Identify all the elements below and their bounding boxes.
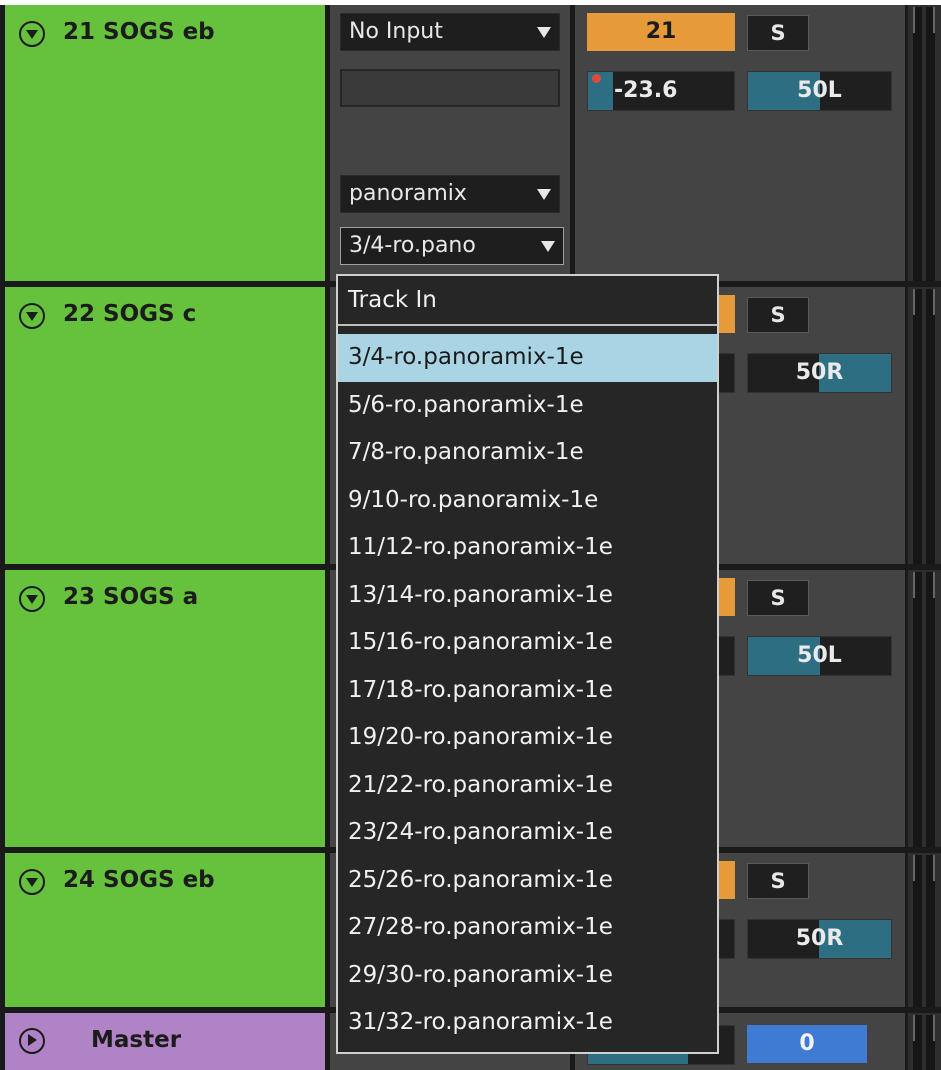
track-title-bar[interactable]: 22 SOGS c: [5, 287, 325, 564]
output-channel-chooser[interactable]: 3/4-ro.pano: [340, 227, 564, 265]
volume-value: -23.6: [614, 78, 678, 103]
menu-separator: [338, 326, 717, 334]
meter-peak-marks: [913, 289, 935, 315]
solo-button[interactable]: S: [747, 15, 809, 51]
meter-peak-marks: [913, 7, 935, 33]
pan-control[interactable]: 50L: [747, 636, 892, 676]
menu-item[interactable]: 17/18-ro.panoramix-1e: [338, 667, 717, 715]
pan-control[interactable]: 50R: [747, 353, 892, 393]
menu-item[interactable]: 7/8-ro.panoramix-1e: [338, 429, 717, 477]
menu-item[interactable]: 19/20-ro.panoramix-1e: [338, 714, 717, 762]
meter-right-channel: [926, 7, 935, 281]
pan-value: 50R: [795, 926, 844, 951]
solo-button[interactable]: S: [747, 580, 809, 616]
menu-item[interactable]: 13/14-ro.panoramix-1e: [338, 572, 717, 620]
track-name: 24 SOGS eb: [63, 867, 215, 893]
chevron-right-circle-icon[interactable]: [19, 1028, 45, 1054]
level-meter: [908, 287, 941, 564]
track-name: 21 SOGS eb: [63, 19, 215, 45]
track-title-bar[interactable]: 21 SOGS eb: [5, 5, 325, 281]
level-meter: [908, 1013, 941, 1070]
clip-indicator-icon: [592, 74, 601, 83]
meter-peak-marks: [913, 1015, 935, 1041]
input-type-chooser[interactable]: No Input: [340, 13, 560, 51]
triangle-down-icon: [541, 241, 555, 252]
track-title-bar[interactable]: 23 SOGS a: [5, 570, 325, 847]
level-meter: [908, 853, 941, 1007]
meter-left-channel: [913, 7, 922, 281]
output-channel-menu: Track In 3/4-ro.panoramix-1e 5/6-ro.panor…: [336, 274, 719, 1054]
menu-item[interactable]: 23/24-ro.panoramix-1e: [338, 809, 717, 857]
pan-value: 50L: [797, 643, 842, 668]
track-name: 22 SOGS c: [63, 301, 197, 327]
menu-item[interactable]: 27/28-ro.panoramix-1e: [338, 904, 717, 952]
solo-button[interactable]: S: [747, 863, 809, 899]
pan-value: 50L: [797, 78, 842, 103]
mixer-view: 21 SOGS eb No Input panoramix 3/4-ro.pan…: [0, 0, 941, 1070]
triangle-down-icon: [537, 27, 551, 38]
menu-item[interactable]: 31/32-ro.panoramix-1e: [338, 999, 717, 1047]
menu-item[interactable]: 11/12-ro.panoramix-1e: [338, 524, 717, 572]
meter-peak-marks: [913, 855, 935, 881]
meter-left-channel: [913, 572, 922, 847]
chevron-down-circle-icon[interactable]: [19, 586, 45, 612]
master-value-box[interactable]: 0: [747, 1025, 867, 1063]
pan-control[interactable]: 50R: [747, 919, 892, 959]
menu-item[interactable]: 9/10-ro.panoramix-1e: [338, 477, 717, 525]
menu-item[interactable]: 15/16-ro.panoramix-1e: [338, 619, 717, 667]
triangle-down-icon: [537, 189, 551, 200]
level-meter: [908, 570, 941, 847]
track-title-bar[interactable]: 24 SOGS eb: [5, 853, 325, 1007]
menu-item[interactable]: 21/22-ro.panoramix-1e: [338, 762, 717, 810]
io-section: No Input panoramix 3/4-ro.pano: [330, 5, 570, 281]
track-activator-button[interactable]: 21: [587, 13, 735, 51]
master-name: Master: [91, 1027, 182, 1053]
menu-item[interactable]: 3/4-ro.panoramix-1e: [338, 334, 717, 382]
meter-left-channel: [913, 289, 922, 564]
menu-item[interactable]: 5/6-ro.panoramix-1e: [338, 382, 717, 430]
track-name: 23 SOGS a: [63, 584, 199, 610]
output-type-chooser[interactable]: panoramix: [340, 175, 560, 213]
menu-items: 3/4-ro.panoramix-1e 5/6-ro.panoramix-1e 7/…: [338, 334, 717, 1047]
chevron-down-circle-icon[interactable]: [19, 303, 45, 329]
volume-slider[interactable]: -23.6: [587, 71, 735, 111]
pan-control[interactable]: 50L: [747, 71, 892, 111]
meter-right-channel: [926, 289, 935, 564]
master-title-bar[interactable]: Master: [5, 1013, 325, 1070]
output-type-label: panoramix: [349, 181, 467, 206]
chevron-down-circle-icon[interactable]: [19, 869, 45, 895]
meter-peak-marks: [913, 572, 935, 598]
menu-item[interactable]: 29/30-ro.panoramix-1e: [338, 952, 717, 1000]
output-channel-label: 3/4-ro.pano: [349, 233, 476, 258]
menu-header: Track In: [338, 276, 717, 326]
pan-value: 50R: [795, 360, 844, 385]
menu-item[interactable]: 25/26-ro.panoramix-1e: [338, 857, 717, 905]
solo-button[interactable]: S: [747, 297, 809, 333]
meter-right-channel: [926, 572, 935, 847]
track-row-21: 21 SOGS eb No Input panoramix 3/4-ro.pan…: [0, 5, 941, 281]
level-meter: [908, 5, 941, 281]
chevron-down-circle-icon[interactable]: [19, 21, 45, 47]
input-type-label: No Input: [349, 19, 443, 44]
input-channel-chooser[interactable]: [340, 69, 560, 107]
